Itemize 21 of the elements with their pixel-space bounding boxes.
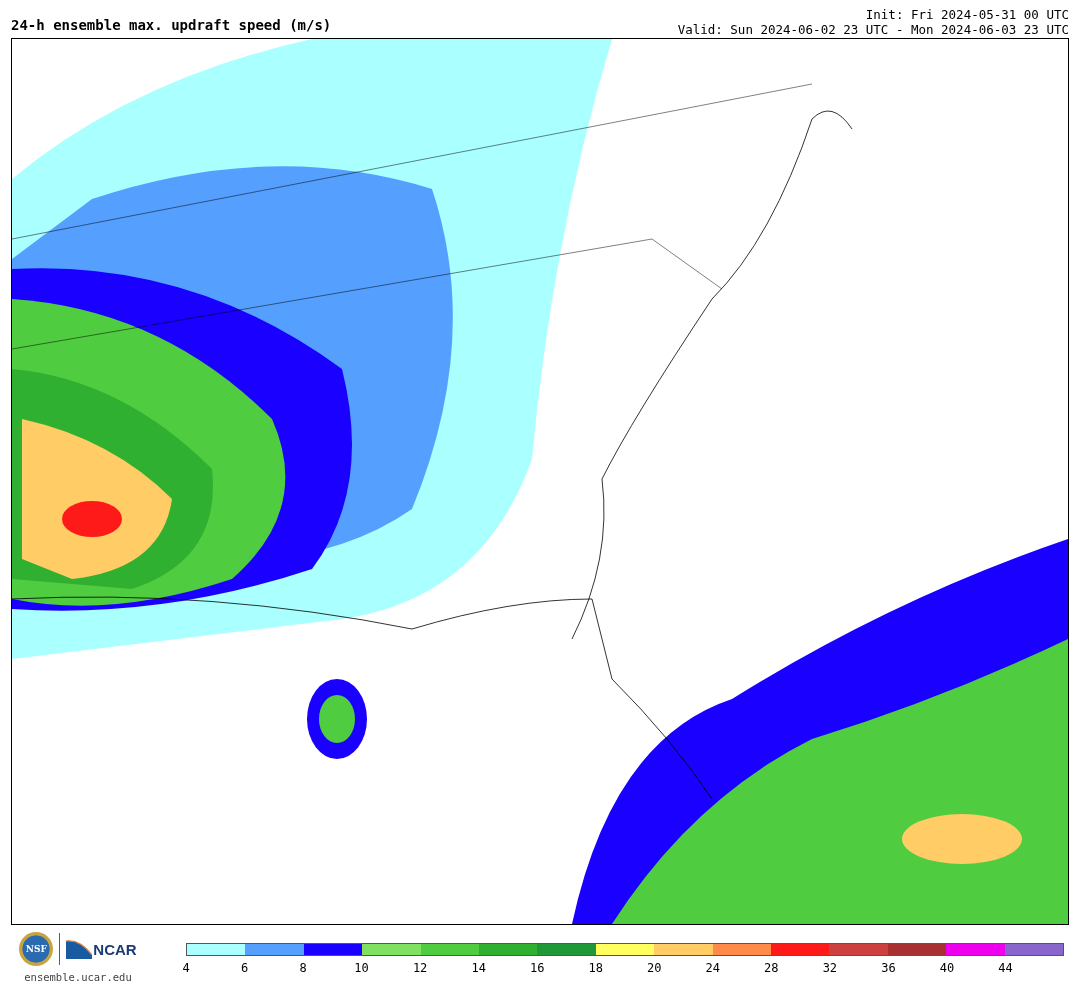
init-time: Init: Fri 2024-05-31 00 UTC bbox=[865, 7, 1069, 22]
tick-label: 18 bbox=[588, 961, 603, 975]
tick-label: 28 bbox=[764, 961, 779, 975]
valid-time: Valid: Sun 2024-06-02 23 UTC - Mon 2024-06-03 23 UTC bbox=[677, 22, 1069, 37]
wordmark-logo: NCAR bbox=[66, 939, 137, 959]
tick-label: 20 bbox=[647, 961, 662, 975]
tick-label: 40 bbox=[939, 961, 955, 975]
tick-label: 32 bbox=[822, 961, 838, 975]
tick-label: 10 bbox=[354, 961, 369, 975]
tick-label: 14 bbox=[471, 961, 486, 975]
tick-label: 4 bbox=[182, 961, 190, 975]
tick-label: 24 bbox=[705, 961, 720, 975]
tick-label: 36 bbox=[881, 961, 896, 975]
website-url: ensemble.ucar.edu bbox=[24, 971, 132, 983]
seal-logo: NSF bbox=[19, 932, 54, 966]
tick-label: 6 bbox=[240, 961, 249, 975]
tick-label: 16 bbox=[529, 961, 545, 975]
chart-title: 24-h ensemble max. updraft speed (m/s) bbox=[11, 17, 332, 35]
tick-label: 8 bbox=[299, 961, 307, 975]
tick-label: 12 bbox=[412, 961, 428, 975]
tick-label: 44 bbox=[998, 961, 1013, 975]
